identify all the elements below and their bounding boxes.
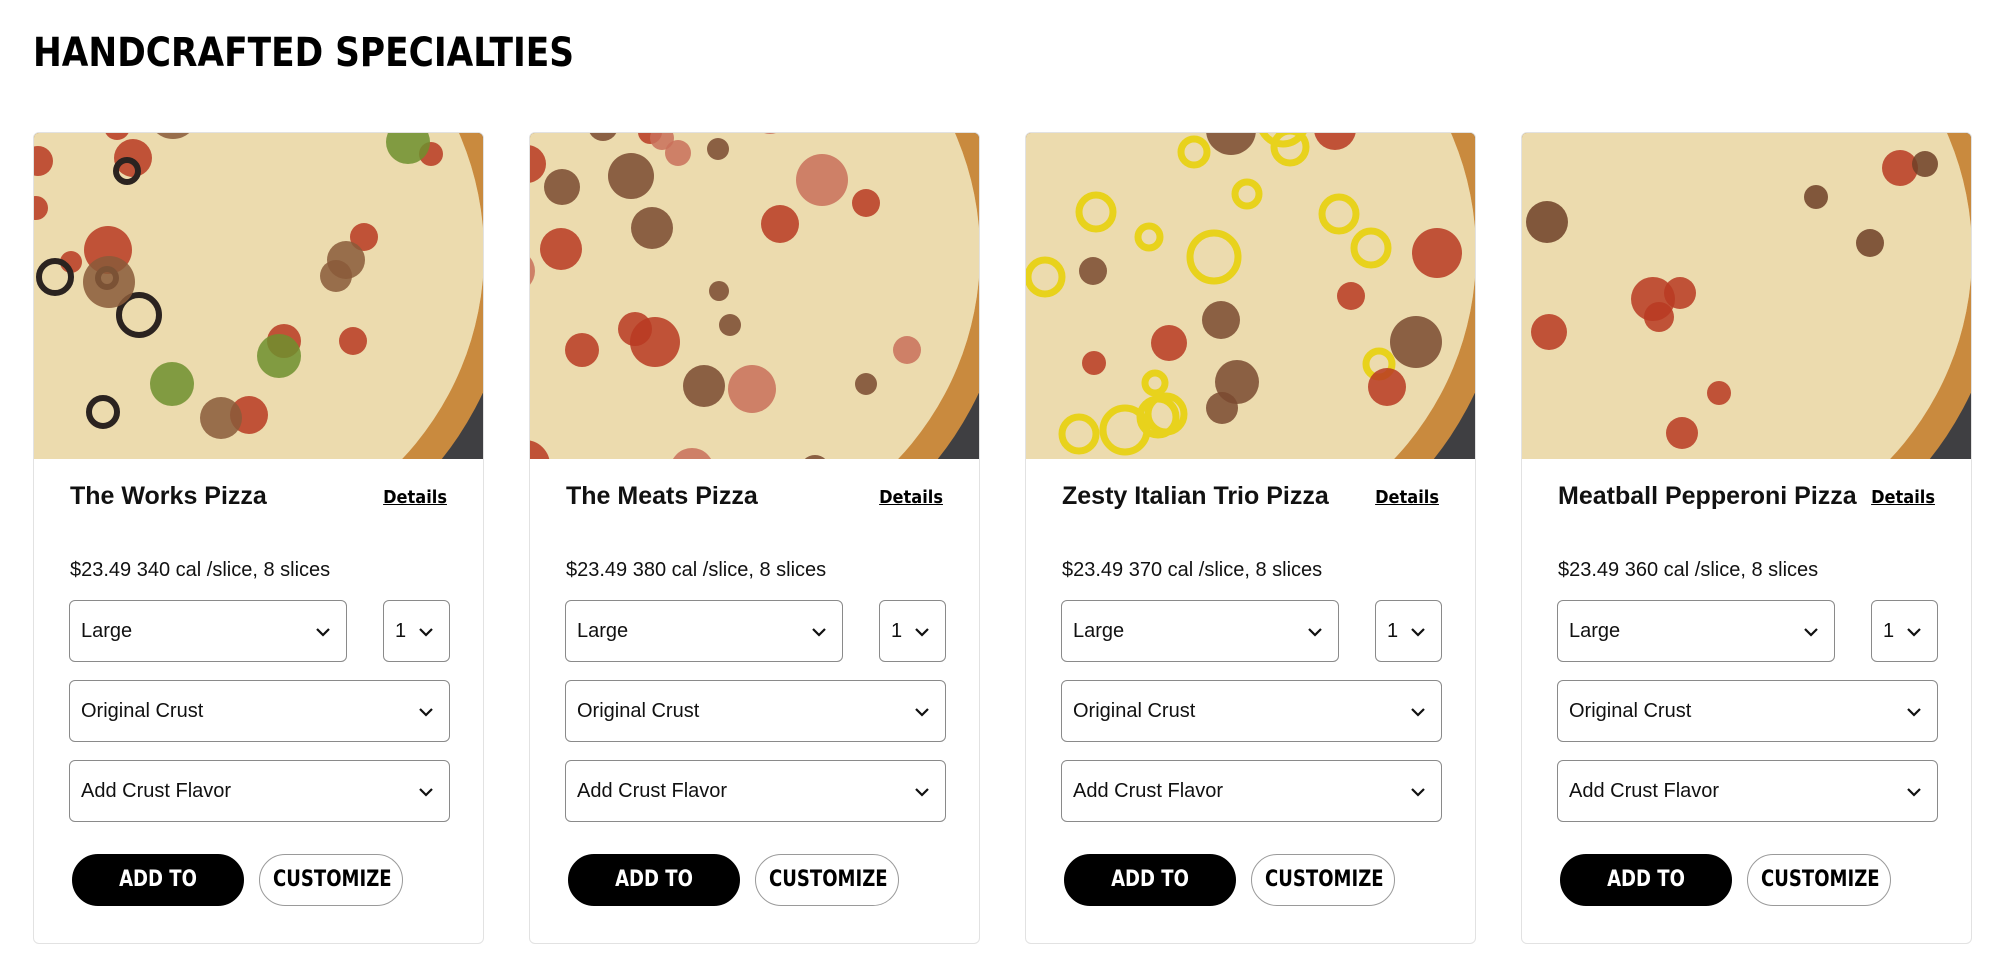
nutrition-info: 370 cal /slice, 8 slices <box>1128 559 1323 581</box>
add-to-order-button[interactable]: ADD TO ORDER <box>72 854 244 942</box>
details-link[interactable]: Details <box>879 487 943 508</box>
chevron-down-icon <box>419 708 433 717</box>
chevron-down-icon <box>1411 708 1425 717</box>
product-name: Zesty Italian Trio Pizza <box>1062 482 1329 510</box>
add-to-order-button[interactable]: ADD TO ORDER <box>1560 854 1732 942</box>
chevron-down-icon <box>812 628 826 637</box>
nutrition-info: 340 cal /slice, 8 slices <box>136 559 331 581</box>
product-card-3: Zesty Italian Trio Pizza Details $23.49 … <box>1025 132 1476 944</box>
quantity-value: 1 <box>891 620 903 642</box>
customize-label: CUSTOMIZE <box>273 867 392 892</box>
customize-button[interactable]: CUSTOMIZE <box>1747 854 1891 906</box>
crust-select[interactable]: Original Crust <box>565 680 946 742</box>
add-to-order-label: ADD TO ORDER <box>615 867 693 942</box>
nutrition-info: 360 cal /slice, 8 slices <box>1624 559 1819 581</box>
details-link[interactable]: Details <box>383 487 447 508</box>
quantity-value: 1 <box>1883 620 1895 642</box>
chevron-down-icon <box>1907 708 1921 717</box>
quantity-select[interactable]: 1 <box>1375 600 1442 662</box>
customize-label: CUSTOMIZE <box>1761 867 1880 892</box>
price-nutrition: $23.49 380 cal /slice, 8 slices <box>566 559 826 582</box>
section-title: HANDCRAFTED SPECIALTIES <box>33 30 575 76</box>
chevron-down-icon <box>1907 788 1921 797</box>
crust-flavor-value: Add Crust Flavor <box>1073 780 1224 802</box>
details-link[interactable]: Details <box>1871 487 1935 508</box>
chevron-down-icon <box>316 628 330 637</box>
customize-label: CUSTOMIZE <box>769 867 888 892</box>
product-card-4: Meatball Pepperoni Pizza Details $23.49 … <box>1521 132 1972 944</box>
customize-button[interactable]: CUSTOMIZE <box>1251 854 1395 906</box>
add-to-order-label: ADD TO ORDER <box>119 867 197 942</box>
crust-value: Original Crust <box>1569 700 1692 722</box>
quantity-select[interactable]: 1 <box>879 600 946 662</box>
chevron-down-icon <box>1804 628 1818 637</box>
product-name: The Works Pizza <box>70 482 267 510</box>
chevron-down-icon <box>1411 628 1425 637</box>
chevron-down-icon <box>1411 788 1425 797</box>
size-select[interactable]: Large <box>1061 600 1339 662</box>
crust-select[interactable]: Original Crust <box>1061 680 1442 742</box>
chevron-down-icon <box>915 788 929 797</box>
price: $23.49 <box>70 559 132 581</box>
price: $23.49 <box>1558 559 1620 581</box>
product-card-2: The Meats Pizza Details $23.49 380 cal /… <box>529 132 980 944</box>
the-works-pizza-photo[interactable] <box>34 133 483 459</box>
customize-label: CUSTOMIZE <box>1265 867 1384 892</box>
size-select[interactable]: Large <box>565 600 843 662</box>
size-select[interactable]: Large <box>69 600 347 662</box>
product-card-1: The Works Pizza Details $23.49 340 cal /… <box>33 132 484 944</box>
crust-value: Original Crust <box>577 700 700 722</box>
the-meats-pizza-photo[interactable] <box>530 133 979 459</box>
chevron-down-icon <box>915 708 929 717</box>
quantity-select[interactable]: 1 <box>1871 600 1938 662</box>
chevron-down-icon <box>915 628 929 637</box>
crust-flavor-select[interactable]: Add Crust Flavor <box>1061 760 1442 822</box>
size-value: Large <box>1569 620 1621 642</box>
add-to-order-label: ADD TO ORDER <box>1607 867 1685 942</box>
details-link[interactable]: Details <box>1375 487 1439 508</box>
crust-select[interactable]: Original Crust <box>69 680 450 742</box>
crust-flavor-select[interactable]: Add Crust Flavor <box>565 760 946 822</box>
price-nutrition: $23.49 360 cal /slice, 8 slices <box>1558 559 1818 582</box>
zesty-italian-trio-pizza-photo[interactable] <box>1026 133 1475 459</box>
chevron-down-icon <box>419 788 433 797</box>
price-nutrition: $23.49 340 cal /slice, 8 slices <box>70 559 330 582</box>
add-to-order-button[interactable]: ADD TO ORDER <box>568 854 740 942</box>
price-nutrition: $23.49 370 cal /slice, 8 slices <box>1062 559 1322 582</box>
price: $23.49 <box>566 559 628 581</box>
crust-value: Original Crust <box>81 700 204 722</box>
crust-select[interactable]: Original Crust <box>1557 680 1938 742</box>
size-value: Large <box>577 620 629 642</box>
product-name: Meatball Pepperoni Pizza <box>1558 482 1857 510</box>
crust-flavor-value: Add Crust Flavor <box>1569 780 1720 802</box>
meatball-pepperoni-pizza-photo[interactable] <box>1522 133 1971 459</box>
size-select[interactable]: Large <box>1557 600 1835 662</box>
crust-flavor-value: Add Crust Flavor <box>81 780 232 802</box>
add-to-order-label: ADD TO ORDER <box>1111 867 1189 942</box>
crust-value: Original Crust <box>1073 700 1196 722</box>
size-value: Large <box>1073 620 1125 642</box>
customize-button[interactable]: CUSTOMIZE <box>259 854 403 906</box>
chevron-down-icon <box>419 628 433 637</box>
product-name: The Meats Pizza <box>566 482 758 510</box>
crust-flavor-select[interactable]: Add Crust Flavor <box>69 760 450 822</box>
quantity-value: 1 <box>1387 620 1399 642</box>
price: $23.49 <box>1062 559 1124 581</box>
quantity-value: 1 <box>395 620 407 642</box>
crust-flavor-select[interactable]: Add Crust Flavor <box>1557 760 1938 822</box>
add-to-order-button[interactable]: ADD TO ORDER <box>1064 854 1236 942</box>
size-value: Large <box>81 620 133 642</box>
crust-flavor-value: Add Crust Flavor <box>577 780 728 802</box>
chevron-down-icon <box>1308 628 1322 637</box>
quantity-select[interactable]: 1 <box>383 600 450 662</box>
nutrition-info: 380 cal /slice, 8 slices <box>632 559 827 581</box>
chevron-down-icon <box>1907 628 1921 637</box>
customize-button[interactable]: CUSTOMIZE <box>755 854 899 906</box>
